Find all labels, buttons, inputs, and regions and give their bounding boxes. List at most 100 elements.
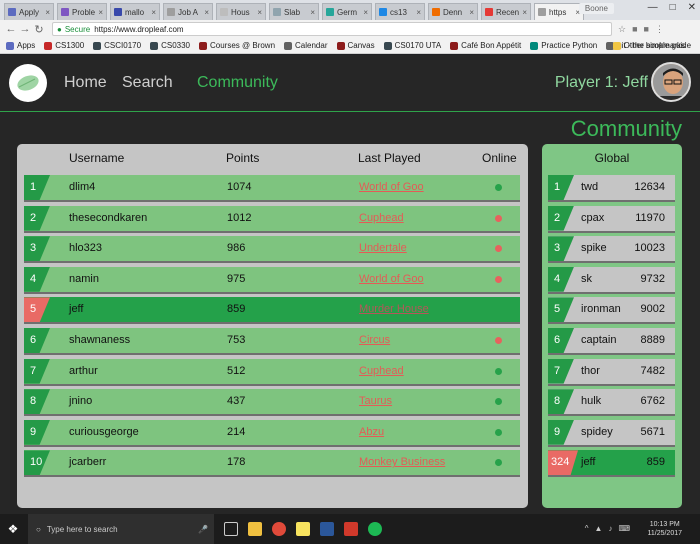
tab-close-icon[interactable]: ×	[151, 8, 156, 17]
global-row[interactable]: 4 sk 9732	[548, 266, 675, 292]
tab-close-icon[interactable]: ×	[469, 8, 474, 17]
tab-close-icon[interactable]: ×	[522, 8, 527, 17]
leaderboard-row[interactable]: 3 hlo323 986 Undertale	[24, 236, 520, 262]
leaderboard-row[interactable]: 2 thesecondkaren 1012 Cuphead	[24, 205, 520, 231]
leaderboard-row[interactable]: 9 curiousgeorge 214 Abzu	[24, 419, 520, 445]
reload-icon[interactable]: ↻	[32, 23, 46, 36]
browser-tab[interactable]: mallo ×	[110, 3, 160, 20]
nav-search[interactable]: Search	[122, 74, 173, 92]
leaderboard-row[interactable]: 8 jnino 437 Taurus	[24, 389, 520, 415]
bookmark-item[interactable]: Practice Python	[530, 41, 597, 50]
back-icon[interactable]: ←	[4, 23, 18, 35]
global-row[interactable]: 9 spidey 5671	[548, 419, 675, 445]
dropleaf-logo[interactable]	[9, 64, 47, 102]
last-played-link[interactable]: Monkey Business	[359, 456, 445, 468]
bookmark-item[interactable]: Calendar	[284, 41, 328, 50]
nav-home[interactable]: Home	[64, 74, 107, 92]
global-row[interactable]: 1 twd 12634	[548, 175, 675, 200]
global-row[interactable]: 2 cpax 11970	[548, 205, 675, 231]
word-icon[interactable]	[320, 522, 334, 536]
menu-icon[interactable]: ⋮	[655, 24, 664, 35]
bookmark-icon	[44, 41, 53, 50]
last-played-link[interactable]: Abzu	[359, 426, 384, 438]
last-played-link[interactable]: World of Goo	[359, 181, 424, 193]
global-row[interactable]: 6 captain 8889	[548, 328, 675, 353]
browser-tab[interactable]: Job A ×	[163, 3, 213, 20]
last-played-link[interactable]: Cuphead	[359, 212, 404, 224]
global-row[interactable]: 7 thor 7482	[548, 358, 675, 384]
browser-tab[interactable]: Germ ×	[322, 3, 372, 20]
browser-tab[interactable]: Denn ×	[428, 3, 478, 20]
microphone-icon[interactable]: 🎤	[198, 525, 208, 534]
profile-button[interactable]: Boone	[578, 3, 614, 14]
taskbar-search[interactable]: ○ Type here to search 🎤	[28, 514, 214, 544]
bookmark-label: Canvas	[347, 41, 375, 50]
file-explorer-icon[interactable]	[248, 522, 262, 536]
global-row-current-user[interactable]: 324 jeff 859	[548, 450, 675, 476]
browser-tab[interactable]: https ×	[534, 3, 584, 20]
url-input[interactable]: ● Secure https://www.dropleaf.com	[52, 22, 612, 36]
tab-close-icon[interactable]: ×	[363, 8, 368, 17]
browser-tab[interactable]: Slab ×	[269, 3, 319, 20]
leaderboard-row-current-user[interactable]: 5 jeff 859 Murder House	[24, 297, 520, 323]
chrome-icon[interactable]	[272, 522, 286, 536]
forward-icon[interactable]: →	[18, 23, 32, 35]
last-played-link[interactable]: World of Goo	[359, 273, 424, 285]
tab-label: Germ	[337, 7, 357, 17]
username: shawnaness	[69, 334, 131, 346]
spotify-icon[interactable]	[368, 522, 382, 536]
close-icon[interactable]: ✕	[688, 2, 696, 13]
wifi-icon[interactable]: ▲	[595, 524, 603, 533]
tab-close-icon[interactable]: ×	[45, 8, 50, 17]
nav-community[interactable]: Community	[197, 74, 278, 92]
bookmark-item[interactable]: CS1300	[44, 41, 84, 50]
tab-close-icon[interactable]: ×	[98, 8, 103, 17]
task-view-icon[interactable]	[224, 522, 238, 536]
browser-tab[interactable]: Recen ×	[481, 3, 531, 20]
clock[interactable]: 10:13 PM 11/25/2017	[647, 520, 682, 538]
last-played-link[interactable]: Murder House	[359, 303, 429, 315]
other-bookmarks[interactable]: Other bookmarks	[612, 41, 685, 50]
global-row[interactable]: 5 ironman 9002	[548, 297, 675, 323]
sticky-notes-icon[interactable]	[296, 522, 310, 536]
last-played-link[interactable]: Circus	[359, 334, 390, 346]
extension-icon[interactable]: ■	[632, 24, 637, 35]
maximize-icon[interactable]: □	[670, 2, 676, 13]
browser-tab[interactable]: Proble ×	[57, 3, 107, 20]
global-row[interactable]: 3 spike 10023	[548, 236, 675, 262]
minimize-icon[interactable]: —	[648, 2, 658, 13]
last-played-link[interactable]: Taurus	[359, 395, 392, 407]
leaderboard-row[interactable]: 1 dlim4 1074 World of Goo	[24, 175, 520, 200]
last-played-link[interactable]: Undertale	[359, 242, 407, 254]
bookmark-item[interactable]: Canvas	[336, 41, 375, 50]
bookmark-item[interactable]: CS0170 UTA	[383, 41, 441, 50]
bookmark-item[interactable]: Apps	[6, 41, 35, 50]
keyboard-icon[interactable]: ⌨	[618, 524, 630, 533]
acrobat-icon[interactable]	[344, 522, 358, 536]
tab-close-icon[interactable]: ×	[310, 8, 315, 17]
tab-close-icon[interactable]: ×	[204, 8, 209, 17]
leaderboard-row[interactable]: 6 shawnaness 753 Circus	[24, 328, 520, 353]
bookmark-item[interactable]: Courses @ Brown	[199, 41, 275, 50]
windows-start-icon[interactable]: ❖	[0, 514, 26, 544]
bookmark-item[interactable]: CSCI0170	[93, 41, 141, 50]
avatar[interactable]	[651, 62, 691, 102]
leaderboard-row[interactable]: 10 jcarberr 178 Monkey Business	[24, 450, 520, 476]
leaderboard-row[interactable]: 4 namin 975 World of Goo	[24, 266, 520, 292]
star-icon[interactable]: ☆	[618, 24, 626, 35]
bookmark-item[interactable]: Café Bon Appétit	[450, 41, 521, 50]
browser-tab[interactable]: cs13 ×	[375, 3, 425, 20]
browser-tab[interactable]: Hous ×	[216, 3, 266, 20]
rank-badge: 9	[548, 419, 574, 445]
last-played-link[interactable]: Cuphead	[359, 365, 404, 377]
global-row[interactable]: 8 hulk 6762	[548, 389, 675, 415]
bookmark-item[interactable]: CS0330	[150, 41, 190, 50]
tab-close-icon[interactable]: ×	[257, 8, 262, 17]
volume-icon[interactable]: ♪	[608, 524, 612, 533]
leaderboard-row[interactable]: 7 arthur 512 Cuphead	[24, 358, 520, 384]
chevron-up-icon[interactable]: ^	[585, 524, 589, 533]
browser-tab[interactable]: Apply ×	[4, 3, 54, 20]
extension-icon[interactable]: ■	[644, 24, 649, 35]
bookmark-icon	[530, 41, 539, 50]
tab-close-icon[interactable]: ×	[416, 8, 421, 17]
